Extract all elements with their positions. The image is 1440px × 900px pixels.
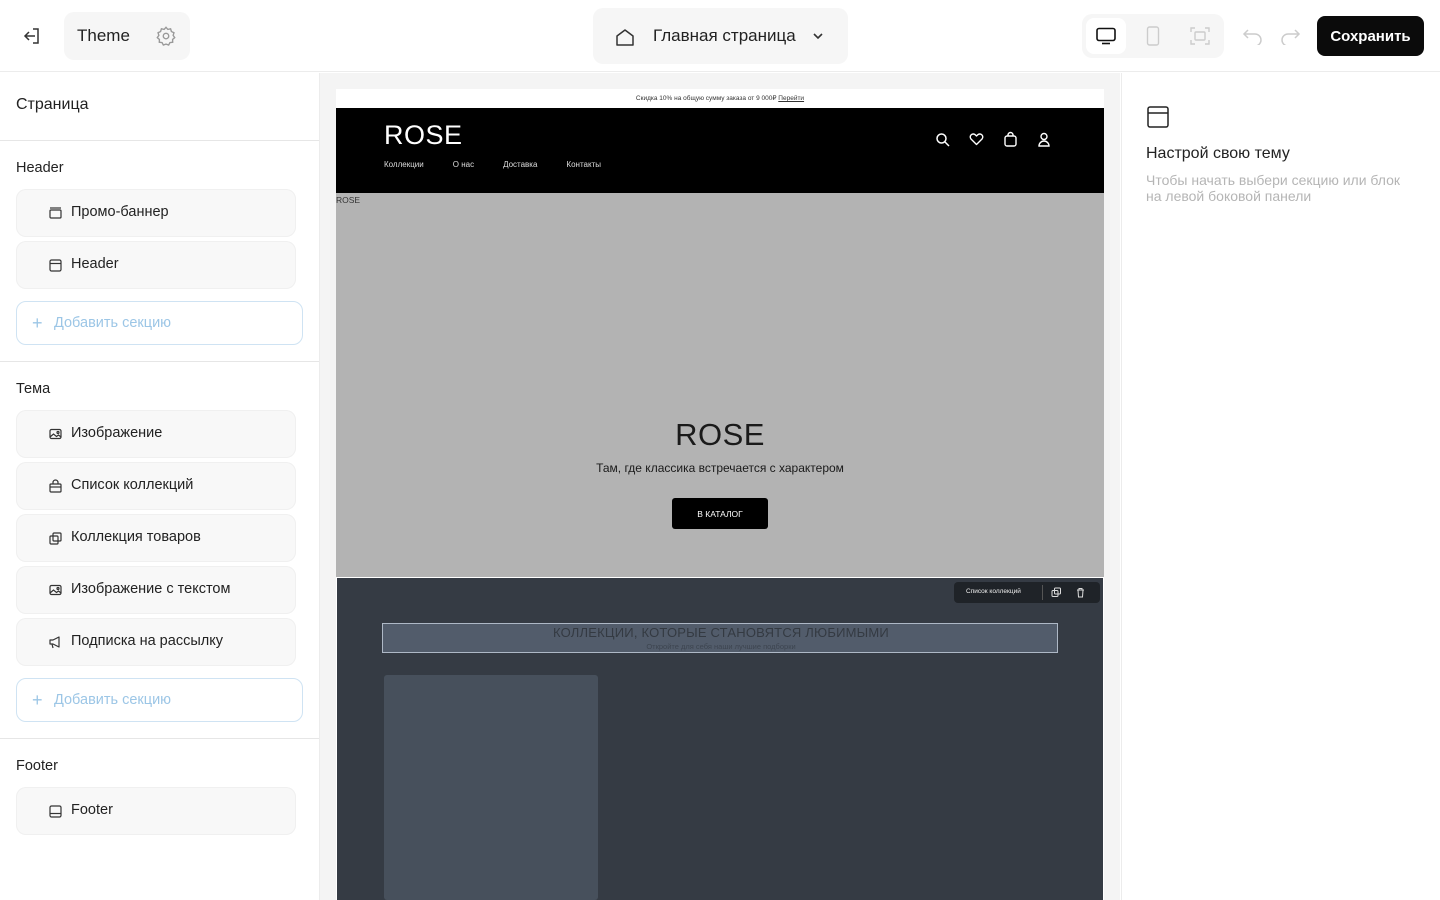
panel-description: Чтобы начать выбери секцию или блок на л…	[1146, 172, 1401, 204]
sections-sidebar: Страница Header Промо-баннер Header + До…	[0, 73, 320, 900]
plus-icon: +	[32, 690, 43, 710]
section-item-product-collection[interactable]: Коллекция товаров	[16, 514, 296, 562]
divider	[0, 361, 319, 362]
add-section-label: Добавить секцию	[54, 315, 172, 331]
site-nav: Коллекции О нас Доставка Контакты	[384, 160, 630, 169]
nav-link-contacts[interactable]: Контакты	[566, 160, 601, 169]
panel-title: Настрой свою тему	[1146, 145, 1290, 162]
add-section-button-header[interactable]: + Добавить секцию	[16, 301, 303, 345]
mobile-icon	[1146, 26, 1160, 46]
header-icon	[48, 258, 62, 272]
heart-icon[interactable]	[968, 131, 984, 147]
banner-icon	[48, 206, 62, 220]
fullscreen-view-button[interactable]	[1180, 18, 1220, 54]
plus-icon: +	[32, 313, 43, 333]
divider	[0, 140, 319, 141]
section-item-label: Список коллекций	[71, 477, 194, 493]
redo-button[interactable]	[1277, 24, 1303, 48]
catalog-button[interactable]: В КАТАЛОГ	[672, 498, 768, 529]
section-item-label: Изображение с текстом	[71, 581, 231, 597]
section-item-footer[interactable]: Footer	[16, 787, 296, 835]
theme-switcher[interactable]: Theme	[64, 12, 190, 60]
collection-card[interactable]	[384, 675, 598, 900]
mobile-view-button[interactable]	[1133, 18, 1173, 54]
top-bar: Theme Главная страница Сохранить	[0, 0, 1440, 72]
add-section-button-theme[interactable]: + Добавить секцию	[16, 678, 303, 722]
page-selector[interactable]: Главная страница	[593, 8, 848, 64]
copy-icon	[48, 531, 62, 545]
promo-banner[interactable]: Скидка 10% на общую сумму заказа от 9 00…	[336, 89, 1104, 108]
trash-icon[interactable]	[1075, 587, 1086, 598]
section-item-promo-banner[interactable]: Промо-баннер	[16, 189, 296, 237]
section-item-label: Footer	[71, 802, 113, 818]
image-icon	[48, 427, 62, 441]
collection-list-section[interactable]: Список коллекций КОЛЛЕКЦИИ, КОТОРЫЕ СТАН…	[337, 578, 1103, 900]
add-section-label: Добавить секцию	[54, 692, 172, 708]
user-icon[interactable]	[1036, 131, 1052, 147]
hero-image-section[interactable]: ROSE ROSE Там, где классика встречается …	[336, 193, 1104, 577]
promo-text: Скидка 10% на общую сумму заказа от 9 00…	[635, 95, 777, 102]
sidebar-title: Страница	[16, 96, 89, 113]
fullscreen-icon	[1190, 27, 1210, 45]
desktop-icon	[1096, 27, 1116, 45]
exit-editor-button[interactable]	[14, 18, 50, 54]
divider	[0, 738, 319, 739]
layout-icon	[1147, 106, 1169, 128]
nav-link-about[interactable]: О нас	[453, 160, 474, 169]
device-switcher	[1082, 14, 1224, 58]
section-item-image-with-text[interactable]: Изображение с текстом	[16, 566, 296, 614]
page-selector-label: Главная страница	[653, 26, 796, 45]
section-item-newsletter[interactable]: Подписка на рассылку	[16, 618, 296, 666]
search-icon[interactable]	[934, 131, 950, 147]
promo-link[interactable]: Перейти	[778, 95, 804, 102]
section-toolbar: Список коллекций	[954, 582, 1100, 603]
section-item-label: Подписка на рассылку	[71, 633, 223, 649]
section-item-label: Header	[71, 256, 119, 272]
hero-image-alt: ROSE	[336, 195, 361, 205]
undo-button[interactable]	[1240, 24, 1266, 48]
image-icon	[48, 583, 62, 597]
desktop-view-button[interactable]	[1086, 18, 1126, 54]
save-button[interactable]: Сохранить	[1317, 16, 1424, 56]
site-logo[interactable]: ROSE	[384, 120, 463, 151]
section-item-collection-list[interactable]: Список коллекций	[16, 462, 296, 510]
cart-icon[interactable]	[1002, 131, 1018, 147]
theme-label: Theme	[77, 26, 130, 45]
hero-title: ROSE	[675, 417, 765, 452]
group-title-footer: Footer	[16, 758, 58, 774]
theme-settings-button[interactable]	[154, 24, 178, 48]
home-icon	[616, 29, 634, 46]
gear-icon	[156, 26, 176, 46]
section-item-label: Коллекция товаров	[71, 529, 201, 545]
exit-icon	[23, 28, 39, 44]
undo-icon	[1242, 29, 1262, 45]
hero-subtitle: Там, где классика встречается с характер…	[596, 461, 844, 475]
bag-icon	[48, 479, 62, 493]
chevron-down-icon	[813, 33, 823, 40]
footer-icon	[48, 804, 62, 818]
section-item-label: Изображение	[71, 425, 163, 441]
nav-link-collections[interactable]: Коллекции	[384, 160, 424, 169]
toolbar-divider	[1042, 585, 1043, 600]
nav-link-delivery[interactable]: Доставка	[503, 160, 537, 169]
group-title-header: Header	[16, 160, 64, 176]
collection-subheading: Откройте для себя наши лучшие подборки	[646, 642, 796, 651]
section-item-image[interactable]: Изображение	[16, 410, 296, 458]
group-title-theme: Тема	[16, 381, 51, 397]
header-actions	[934, 131, 1052, 147]
collection-heading: КОЛЛЕКЦИИ, КОТОРЫЕ СТАНОВЯТСЯ ЛЮБИМЫМИ	[553, 625, 889, 640]
collection-heading-block[interactable]: КОЛЛЕКЦИИ, КОТОРЫЕ СТАНОВЯТСЯ ЛЮБИМЫМИ О…	[382, 623, 1058, 653]
preview-canvas: Скидка 10% на общую сумму заказа от 9 00…	[320, 73, 1120, 900]
redo-icon	[1281, 29, 1301, 45]
settings-panel: Настрой свою тему Чтобы начать выбери се…	[1121, 73, 1440, 900]
duplicate-icon[interactable]	[1051, 587, 1062, 598]
site-preview-frame: Скидка 10% на общую сумму заказа от 9 00…	[336, 89, 1104, 900]
section-item-header[interactable]: Header	[16, 241, 296, 289]
site-header[interactable]: ROSE Коллекции О нас Доставка Контакты	[336, 108, 1104, 193]
megaphone-icon	[48, 635, 62, 649]
section-toolbar-label: Список коллекций	[966, 588, 1021, 595]
section-item-label: Промо-баннер	[71, 204, 169, 220]
